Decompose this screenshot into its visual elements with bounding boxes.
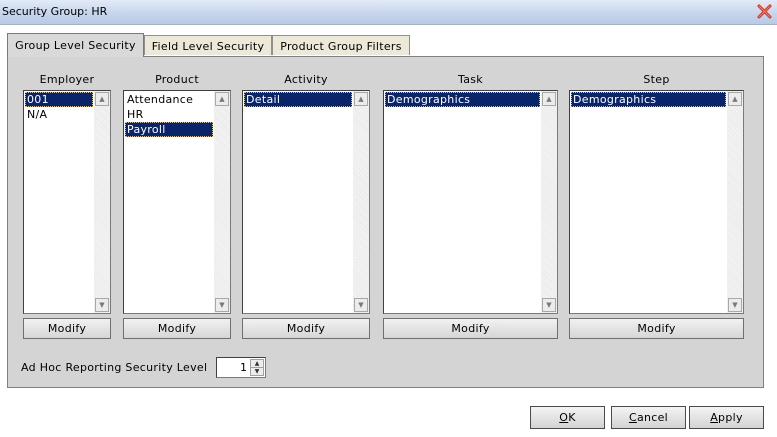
apply-button[interactable]: Apply <box>689 406 764 429</box>
cancel-button[interactable]: Cancel <box>611 406 686 429</box>
list-item[interactable]: HR <box>125 107 213 122</box>
adhoc-security-level-stepper[interactable]: 1 ▲ ▼ <box>216 357 266 378</box>
cancel-accel: C <box>628 411 637 424</box>
activity-label: Activity <box>284 73 328 86</box>
scroll-up-icon[interactable]: ▲ <box>354 92 368 106</box>
apply-accel: A <box>710 411 719 424</box>
tab-label: Group Level Security <box>15 39 136 52</box>
list-item[interactable]: Payroll <box>125 122 213 137</box>
tab-product-group-filters[interactable]: Product Group Filters <box>272 35 410 55</box>
tab-group-level-security[interactable]: Group Level Security <box>7 33 144 57</box>
task-listbox[interactable]: Demographics ▲ ▼ <box>383 90 558 314</box>
modify-task-button[interactable]: Modify <box>383 318 558 339</box>
list-item[interactable]: Attendance <box>125 92 213 107</box>
step-listbox[interactable]: Demographics ▲ ▼ <box>569 90 744 314</box>
scrollbar[interactable]: ▲ ▼ <box>541 91 557 313</box>
adhoc-security-level-value[interactable]: 1 <box>240 361 247 374</box>
activity-listbox[interactable]: Detail ▲ ▼ <box>242 90 370 314</box>
scrollbar[interactable]: ▲ ▼ <box>214 91 230 313</box>
title-bar: Security Group: HR <box>0 0 777 25</box>
tab-label: Product Group Filters <box>280 40 402 53</box>
employer-label: Employer <box>39 73 95 86</box>
modify-product-button[interactable]: Modify <box>123 318 231 339</box>
scroll-down-icon[interactable]: ▼ <box>95 298 109 312</box>
scroll-down-icon[interactable]: ▼ <box>215 298 229 312</box>
ok-accel: O <box>559 411 569 424</box>
tab-field-level-security[interactable]: Field Level Security <box>144 35 272 55</box>
ok-label-rest: K <box>568 411 576 424</box>
cancel-label-rest: ancel <box>636 411 669 424</box>
scroll-up-icon[interactable]: ▲ <box>215 92 229 106</box>
product-listbox[interactable]: Attendance HR Payroll ▲ ▼ <box>123 90 231 314</box>
list-item[interactable]: Detail <box>244 92 352 107</box>
scrollbar[interactable]: ▲ ▼ <box>353 91 369 313</box>
task-label: Task <box>458 73 483 86</box>
product-label: Product <box>155 73 199 86</box>
scrollbar[interactable]: ▲ ▼ <box>94 91 110 313</box>
scroll-up-icon[interactable]: ▲ <box>728 92 742 106</box>
adhoc-security-level-label: Ad Hoc Reporting Security Level <box>21 361 208 374</box>
list-item[interactable]: Demographics <box>385 92 540 107</box>
ok-button[interactable]: OK <box>530 406 605 429</box>
modify-activity-button[interactable]: Modify <box>242 318 370 339</box>
scroll-down-icon[interactable]: ▼ <box>354 298 368 312</box>
tab-label: Field Level Security <box>151 40 265 53</box>
scrollbar[interactable]: ▲ ▼ <box>727 91 743 313</box>
scroll-down-icon[interactable]: ▼ <box>542 298 556 312</box>
scroll-down-icon[interactable]: ▼ <box>728 298 742 312</box>
step-label: Step <box>643 73 670 86</box>
modify-step-button[interactable]: Modify <box>569 318 744 339</box>
scroll-up-icon[interactable]: ▲ <box>542 92 556 106</box>
apply-label-rest: pply <box>718 411 743 424</box>
close-icon[interactable] <box>756 3 773 20</box>
window-title: Security Group: HR <box>2 5 108 18</box>
list-item[interactable]: 001 <box>25 92 93 107</box>
modify-employer-button[interactable]: Modify <box>23 318 111 339</box>
employer-listbox[interactable]: 001 N/A ▲ ▼ <box>23 90 111 314</box>
scroll-up-icon[interactable]: ▲ <box>95 92 109 106</box>
spin-down-icon[interactable]: ▼ <box>250 367 264 376</box>
list-item[interactable]: N/A <box>25 107 93 122</box>
list-item[interactable]: Demographics <box>571 92 726 107</box>
